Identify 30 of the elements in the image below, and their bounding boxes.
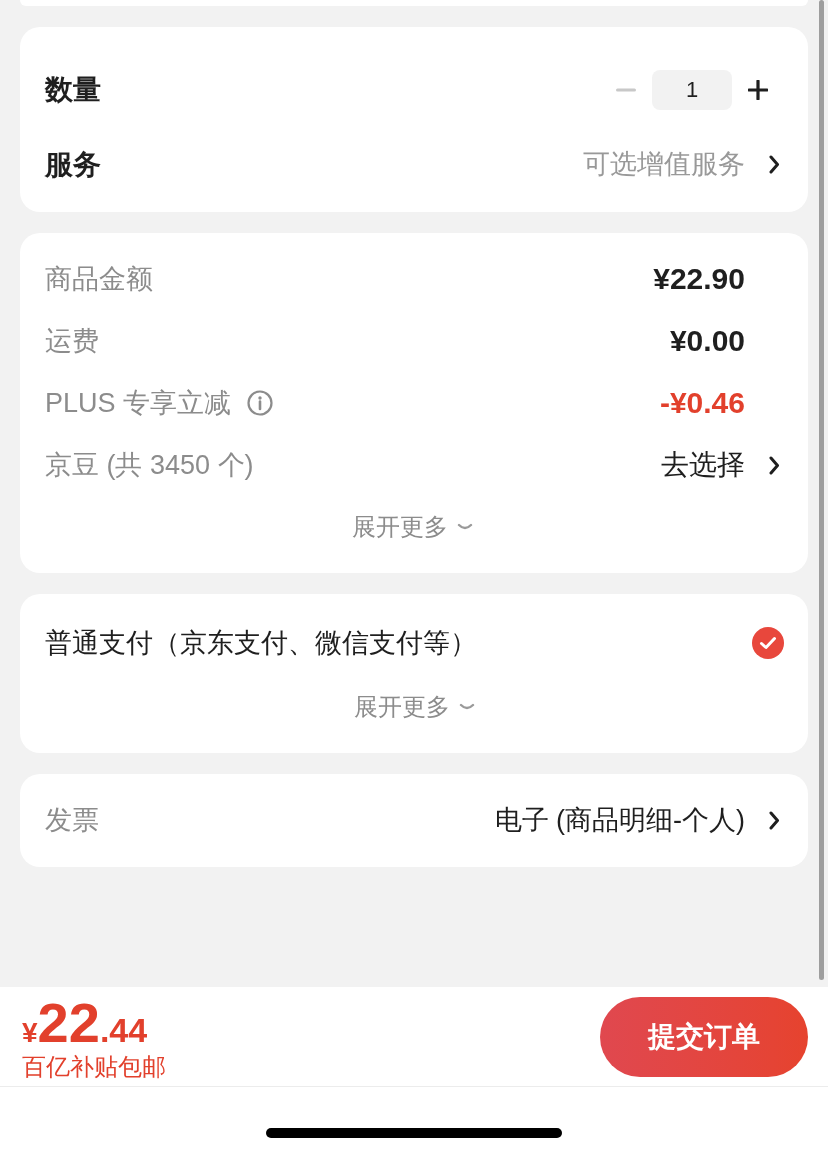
chevron-down-icon bbox=[457, 522, 473, 532]
chevron-right-icon bbox=[769, 155, 780, 174]
price-label: PLUS 专享立减 bbox=[45, 389, 232, 417]
amount-value: ¥22.90 bbox=[653, 264, 745, 294]
service-select-button[interactable]: 可选增值服务 bbox=[583, 151, 780, 178]
payment-option-label: 普通支付（京东支付、微信支付等） bbox=[45, 629, 477, 657]
discount-value: -¥0.46 bbox=[659, 388, 745, 418]
chevron-down-icon bbox=[459, 702, 475, 712]
expand-more-button[interactable]: 展开更多 bbox=[354, 695, 475, 719]
price-label: 商品金额 bbox=[45, 265, 153, 293]
minus-icon bbox=[616, 87, 636, 92]
amount-value: ¥0.00 bbox=[669, 326, 745, 356]
total-price: ¥22.44 bbox=[22, 994, 149, 1051]
plus-icon bbox=[748, 79, 768, 100]
invoice-label: 发票 bbox=[45, 806, 99, 834]
chevron-right-icon bbox=[769, 810, 780, 830]
increase-button[interactable] bbox=[748, 79, 768, 100]
invoice-select-button[interactable]: 电子 (商品明细-个人) bbox=[494, 806, 780, 834]
chevron-right-icon bbox=[769, 455, 780, 475]
quantity-field[interactable]: 1 bbox=[652, 69, 732, 110]
price-label: 京豆 (共 3450 个) bbox=[45, 451, 254, 479]
info-icon[interactable] bbox=[247, 390, 274, 416]
expand-more-button[interactable]: 展开更多 bbox=[352, 515, 473, 539]
check-icon[interactable] bbox=[752, 627, 784, 659]
select-beans-button[interactable]: 去选择 bbox=[661, 451, 780, 479]
shipping-note: 百亿补贴包邮 bbox=[22, 1054, 166, 1079]
service-label: 服务 bbox=[45, 150, 101, 179]
submit-order-button[interactable]: 提交订单 bbox=[600, 996, 808, 1077]
quantity-label: 数量 bbox=[45, 75, 101, 104]
price-label: 运费 bbox=[45, 327, 99, 355]
